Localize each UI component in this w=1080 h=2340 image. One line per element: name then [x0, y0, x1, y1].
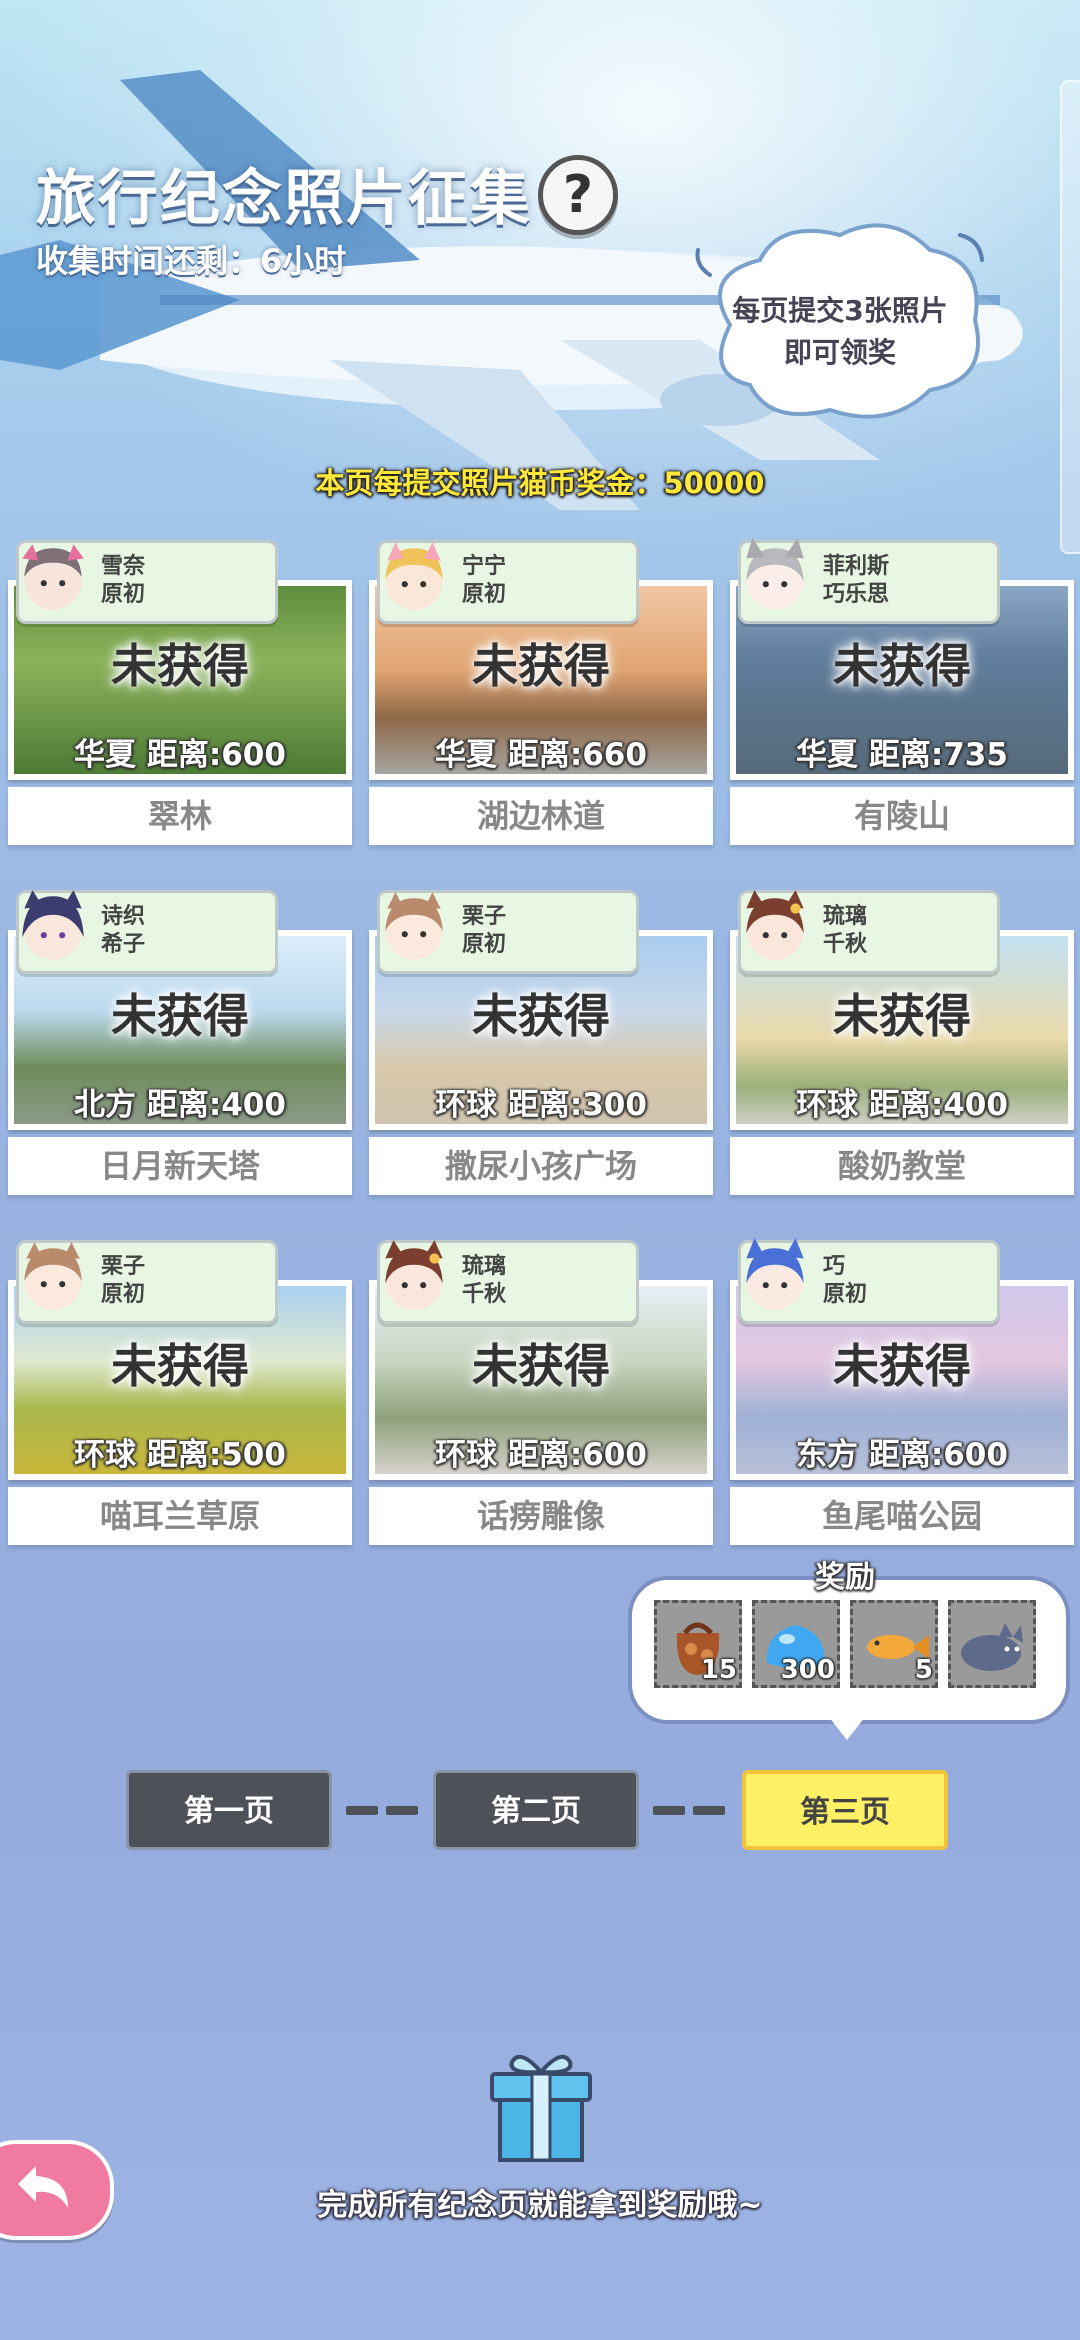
photo-distance: 北方 距离:400	[74, 1087, 286, 1123]
page-3-button[interactable]: 第三页	[742, 1770, 948, 1850]
photo-distance: 华夏 距离:600	[74, 737, 286, 773]
location-name: 酸奶教堂	[730, 1137, 1074, 1195]
character-avatar-icon	[22, 544, 84, 610]
photo-distance: 环球 距离:400	[796, 1087, 1008, 1123]
location-name: 湖边林道	[369, 787, 713, 845]
photo-status: 未获得	[833, 1339, 971, 1393]
character-sub: 原初	[462, 582, 507, 607]
page-connector	[653, 1806, 685, 1815]
photo-status: 未获得	[111, 989, 249, 1043]
page-connector	[693, 1806, 725, 1815]
location-name: 话痨雕像	[369, 1487, 713, 1545]
reward-item[interactable]: 300	[752, 1600, 840, 1688]
location-name: 撒尿小孩广场	[369, 1137, 713, 1195]
reward-panel-pointer	[825, 1712, 869, 1740]
location-name: 日月新天塔	[8, 1137, 352, 1195]
page-connector	[386, 1806, 418, 1815]
bubble-line-2: 即可领奖	[783, 336, 896, 369]
photo-card[interactable]: 未获得 环球 距离:500 喵耳兰草原 栗子原初	[8, 1240, 352, 1545]
photo-status: 未获得	[472, 1339, 610, 1393]
character-avatar-icon	[746, 538, 804, 610]
location-name: 鱼尾喵公园	[730, 1487, 1074, 1545]
photo-status: 未获得	[472, 639, 610, 693]
character-name: 栗子	[101, 1254, 146, 1279]
photo-distance: 环球 距离:500	[74, 1437, 286, 1473]
character-avatar-icon	[24, 1242, 82, 1310]
coin-bonus-banner: 本页每提交照片猫币奖金：50000	[315, 466, 765, 500]
reward-item[interactable]: 5	[850, 1600, 938, 1688]
photo-card[interactable]: 未获得 环球 距离:300 撒尿小孩广场 栗子原初	[369, 890, 713, 1195]
photo-distance: 华夏 距离:660	[435, 737, 647, 773]
photo-card[interactable]: 未获得 环球 距离:600 话痨雕像 琉璃千秋	[369, 1240, 713, 1545]
character-avatar-icon	[385, 1240, 443, 1310]
photo-status: 未获得	[472, 989, 610, 1043]
character-avatar-icon	[746, 890, 804, 960]
photo-distance: 华夏 距离:735	[796, 737, 1008, 773]
photo-distance: 东方 距离:600	[796, 1437, 1008, 1473]
character-sub: 原初	[823, 1282, 868, 1307]
reward-label: 奖励	[815, 1560, 875, 1595]
location-name: 有陵山	[730, 787, 1074, 845]
help-button[interactable]: ?	[538, 155, 618, 235]
character-name: 琉璃	[462, 1254, 507, 1279]
reward-count: 300	[780, 1655, 835, 1685]
gift-box-icon[interactable]	[486, 2046, 596, 2164]
speech-bubble-text: 每页提交3张照片 即可领奖	[700, 290, 980, 374]
back-button[interactable]	[0, 2140, 114, 2240]
back-arrow-icon	[18, 2166, 68, 2208]
photo-status: 未获得	[833, 639, 971, 693]
reward-count: 5	[914, 1655, 933, 1685]
photo-status: 未获得	[833, 989, 971, 1043]
photo-distance: 环球 距离:600	[435, 1437, 647, 1473]
character-name: 巧	[823, 1254, 846, 1279]
photo-distance: 环球 距离:300	[435, 1087, 647, 1123]
character-sub: 巧乐思	[823, 582, 890, 607]
character-sub: 原初	[462, 932, 507, 957]
character-sub: 千秋	[462, 1282, 507, 1307]
character-avatar-icon	[385, 892, 443, 960]
character-sub: 原初	[101, 582, 146, 607]
reward-item[interactable]: 15	[654, 1600, 742, 1688]
character-name: 宁宁	[462, 554, 507, 579]
photo-card[interactable]: 未获得 华夏 距离:735 有陵山 菲利斯巧乐思	[730, 538, 1074, 845]
page-title: 旅行纪念照片征集	[36, 164, 532, 234]
location-name: 喵耳兰草原	[8, 1487, 352, 1545]
character-avatar-icon	[385, 542, 443, 610]
character-sub: 希子	[101, 932, 146, 957]
photo-card[interactable]: 未获得 华夏 距离:660 湖边林道 宁宁原初	[369, 540, 713, 845]
bubble-line-1: 每页提交3张照片	[732, 294, 948, 327]
photo-status: 未获得	[111, 639, 249, 693]
photo-card[interactable]: 未获得 华夏 距离:600 翠林 雪奈原初	[8, 540, 352, 845]
character-avatar-icon	[746, 1238, 804, 1310]
reward-item[interactable]	[948, 1600, 1036, 1688]
character-name: 诗织	[101, 904, 146, 929]
character-name: 菲利斯	[823, 554, 890, 579]
photo-card[interactable]: 未获得 东方 距离:600 鱼尾喵公园 巧原初	[730, 1238, 1074, 1545]
countdown-timer: 收集时间还剩：6小时	[36, 242, 347, 280]
character-avatar-icon	[22, 890, 84, 960]
location-name: 翠林	[8, 787, 352, 845]
character-name: 雪奈	[101, 554, 146, 579]
reward-count: 15	[700, 1655, 737, 1685]
character-name: 栗子	[462, 904, 507, 929]
page-connector	[346, 1806, 378, 1815]
page-1-button[interactable]: 第一页	[126, 1770, 332, 1850]
cat-plush-icon	[961, 1623, 1023, 1671]
character-sub: 千秋	[823, 932, 868, 957]
photo-card[interactable]: 未获得 环球 距离:400 酸奶教堂 琉璃千秋	[730, 890, 1074, 1195]
photo-status: 未获得	[111, 1339, 249, 1393]
character-sub: 原初	[101, 1282, 146, 1307]
page-2-button[interactable]: 第二页	[433, 1770, 639, 1850]
footer-hint: 完成所有纪念页就能拿到奖励哦~	[317, 2188, 763, 2223]
photo-card[interactable]: 未获得 北方 距离:400 日月新天塔 诗织希子	[8, 890, 352, 1195]
character-name: 琉璃	[823, 904, 868, 929]
